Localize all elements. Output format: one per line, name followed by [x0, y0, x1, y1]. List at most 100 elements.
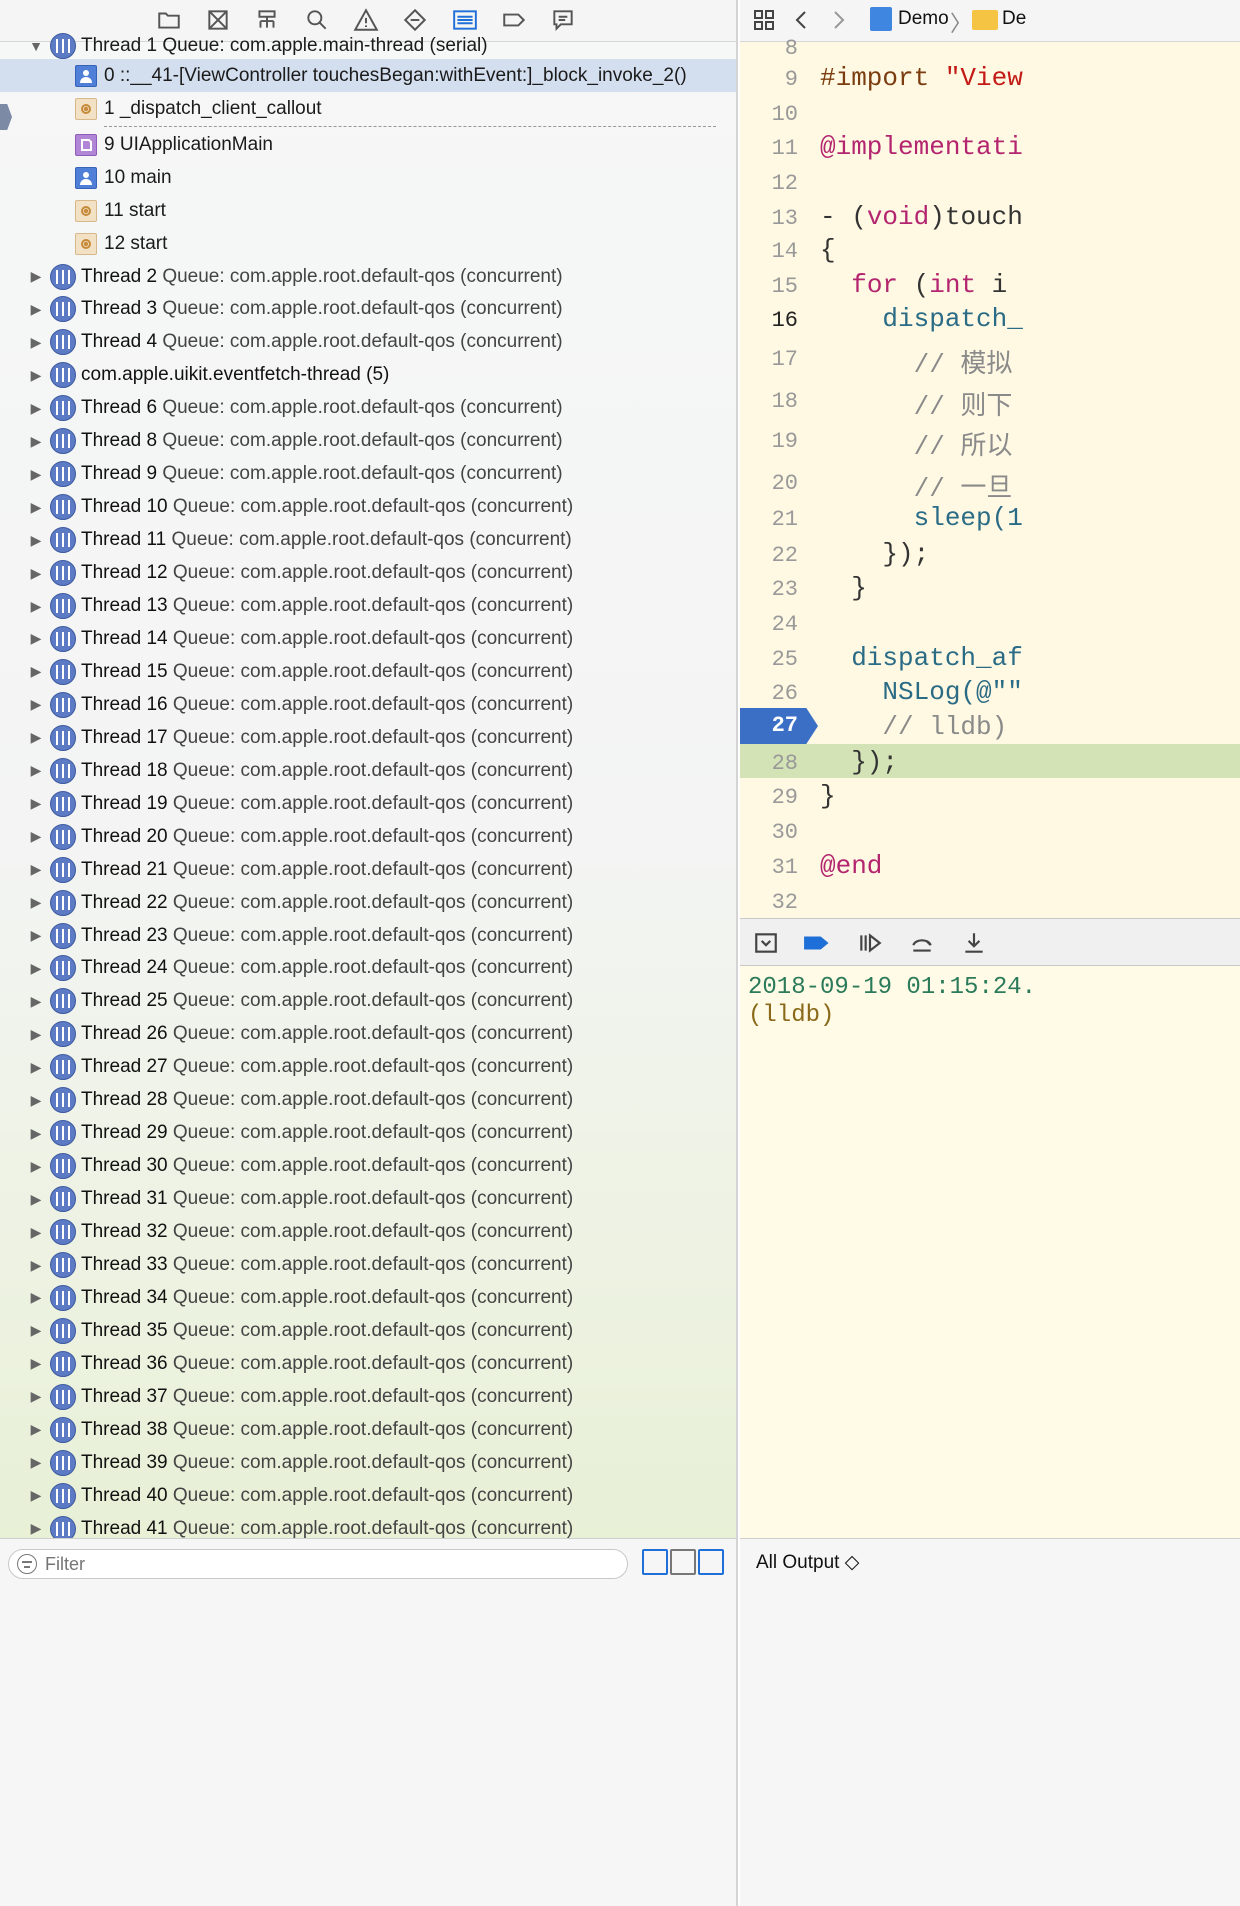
- thread-row[interactable]: ▶ Thread 21 Queue: com.apple.root.default…: [0, 853, 736, 886]
- frame-row-10[interactable]: 10 main: [0, 161, 736, 194]
- thread-row[interactable]: ▶ Thread 29 Queue: com.apple.root.default…: [0, 1117, 736, 1150]
- frame-row-12[interactable]: 12 start: [0, 227, 736, 260]
- thread-row[interactable]: ▶ Thread 30 Queue: com.apple.root.default…: [0, 1150, 736, 1183]
- disclosure-collapsed-icon[interactable]: ▶: [28, 828, 44, 845]
- thread-row[interactable]: ▶ Thread 35 Queue: com.apple.root.default…: [0, 1314, 736, 1347]
- thread-row[interactable]: ▶ Thread 40 Queue: com.apple.root.default…: [0, 1479, 736, 1512]
- disclosure-collapsed-icon[interactable]: ▶: [28, 532, 44, 548]
- disclosure-collapsed-icon[interactable]: ▶: [28, 1092, 44, 1108]
- disclosure-expanded-icon[interactable]: ▼: [28, 38, 44, 54]
- frame-row-9[interactable]: 9 UIApplicationMain: [0, 128, 736, 161]
- show-crashed-threads-icon[interactable]: [642, 1549, 668, 1575]
- disclosure-collapsed-icon[interactable]: ▶: [28, 1388, 44, 1405]
- back-chevron-icon[interactable]: [788, 6, 816, 34]
- disclosure-collapsed-icon[interactable]: ▶: [28, 1289, 44, 1306]
- disclosure-collapsed-icon[interactable]: ▶: [28, 1421, 44, 1438]
- disclosure-collapsed-icon[interactable]: ▶: [28, 861, 44, 878]
- thread-row[interactable]: ▶ Thread 14 Queue: com.apple.root.default…: [0, 622, 736, 655]
- thread-row[interactable]: ▶ Thread 11 Queue: com.apple.root.default…: [0, 524, 736, 557]
- disclosure-collapsed-icon[interactable]: ▶: [28, 663, 44, 680]
- thread-row[interactable]: ▶ Thread 4 Queue: com.apple.root.default-…: [0, 326, 736, 359]
- lldb-prompt[interactable]: (lldb): [748, 1002, 834, 1029]
- thread-row[interactable]: ▶ Thread 25 Queue: com.apple.root.default…: [0, 985, 736, 1018]
- thread-row[interactable]: ▶ Thread 23 Queue: com.apple.root.default…: [0, 919, 736, 952]
- disclosure-collapsed-icon[interactable]: ▶: [28, 1355, 44, 1372]
- thread-row[interactable]: ▶ Thread 34 Queue: com.apple.root.default…: [0, 1281, 736, 1314]
- disclosure-collapsed-icon[interactable]: ▶: [28, 795, 44, 812]
- breadcrumb-project[interactable]: Demo: [898, 8, 949, 30]
- disclosure-collapsed-icon[interactable]: ▶: [28, 1520, 44, 1537]
- disclosure-collapsed-icon[interactable]: ▶: [28, 762, 44, 779]
- disclosure-collapsed-icon[interactable]: ▶: [28, 334, 44, 350]
- thread-row[interactable]: ▶ Thread 24 Queue: com.apple.root.default…: [0, 952, 736, 985]
- thread-row[interactable]: ▶ Thread 33 Queue: com.apple.root.default…: [0, 1249, 736, 1282]
- thread-row[interactable]: ▶ Thread 15 Queue: com.apple.root.default…: [0, 655, 736, 688]
- frame-row-0[interactable]: 0 ::__41-[ViewController touchesBegan:wi…: [0, 59, 736, 92]
- disclosure-collapsed-icon[interactable]: ▶: [28, 433, 44, 449]
- thread-row[interactable]: ▶ Thread 9 Queue: com.apple.root.default-…: [0, 458, 736, 491]
- thread-row[interactable]: ▶ Thread 16 Queue: com.apple.root.default…: [0, 688, 736, 721]
- thread-row[interactable]: ▶ Thread 10 Queue: com.apple.root.default…: [0, 491, 736, 524]
- filter-input[interactable]: [45, 1552, 605, 1576]
- disclosure-collapsed-icon[interactable]: ▶: [28, 927, 44, 944]
- thread-row-1[interactable]: ▼ Thread 1 Queue: com.apple.main-thread …: [0, 29, 736, 62]
- filter-field[interactable]: [8, 1549, 628, 1579]
- disclosure-collapsed-icon[interactable]: ▶: [28, 367, 44, 383]
- thread-row[interactable]: ▶ Thread 26 Queue: com.apple.root.default…: [0, 1018, 736, 1051]
- thread-row[interactable]: ▶ Thread 36 Queue: com.apple.root.default…: [0, 1347, 736, 1380]
- disclosure-collapsed-icon[interactable]: ▶: [28, 1257, 44, 1273]
- disclosure-collapsed-icon[interactable]: ▶: [28, 1158, 44, 1174]
- frame-row-11[interactable]: 11 start: [0, 194, 736, 227]
- step-over-icon[interactable]: [908, 929, 936, 957]
- thread-row[interactable]: ▶ Thread 8 Queue: com.apple.root.default-…: [0, 425, 736, 458]
- show-paused-threads-icon[interactable]: [698, 1549, 724, 1575]
- related-items-icon[interactable]: [750, 6, 778, 34]
- disclosure-collapsed-icon[interactable]: ▶: [28, 301, 44, 317]
- debug-console[interactable]: 2018-09-19 01:15:24. (lldb): [740, 966, 1240, 1538]
- disclosure-collapsed-icon[interactable]: ▶: [28, 960, 44, 976]
- output-filter-select[interactable]: All Output ◇: [756, 1551, 859, 1574]
- forward-chevron-icon[interactable]: [824, 6, 852, 34]
- thread-row[interactable]: ▶ Thread 31 Queue: com.apple.root.default…: [0, 1183, 736, 1216]
- disclosure-collapsed-icon[interactable]: ▶: [28, 729, 44, 746]
- breakpoint-marker[interactable]: 27: [740, 708, 818, 744]
- thread-row[interactable]: ▶ Thread 17 Queue: com.apple.root.default…: [0, 721, 736, 754]
- thread-row[interactable]: ▶ Thread 19 Queue: com.apple.root.default…: [0, 787, 736, 820]
- hide-debug-area-icon[interactable]: [752, 929, 780, 957]
- thread-row[interactable]: ▶ Thread 39 Queue: com.apple.root.default…: [0, 1446, 736, 1479]
- thread-row[interactable]: ▶ Thread 3 Queue: com.apple.root.default-…: [0, 293, 736, 326]
- disclosure-collapsed-icon[interactable]: ▶: [28, 1487, 44, 1504]
- disclosure-collapsed-icon[interactable]: ▶: [28, 1059, 44, 1075]
- disclosure-collapsed-icon[interactable]: ▶: [28, 400, 44, 416]
- disclosure-collapsed-icon[interactable]: ▶: [28, 1026, 44, 1042]
- collapsed-frames-separator[interactable]: [104, 126, 716, 127]
- disclosure-collapsed-icon[interactable]: ▶: [28, 894, 44, 911]
- breadcrumb-group[interactable]: De: [1002, 8, 1026, 30]
- disclosure-collapsed-icon[interactable]: ▶: [28, 1125, 44, 1141]
- thread-row[interactable]: ▶ Thread 20 Queue: com.apple.root.default…: [0, 820, 736, 853]
- thread-row[interactable]: ▶ Thread 32 Queue: com.apple.root.default…: [0, 1216, 736, 1249]
- thread-row[interactable]: ▶ Thread 28 Queue: com.apple.root.default…: [0, 1084, 736, 1117]
- thread-row[interactable]: ▶ Thread 37 Queue: com.apple.root.default…: [0, 1380, 736, 1413]
- show-running-threads-icon[interactable]: [670, 1549, 696, 1575]
- disclosure-collapsed-icon[interactable]: ▶: [28, 993, 44, 1009]
- disclosure-collapsed-icon[interactable]: ▶: [28, 630, 44, 647]
- disclosure-collapsed-icon[interactable]: ▶: [28, 466, 44, 482]
- thread-row[interactable]: ▶ Thread 27 Queue: com.apple.root.default…: [0, 1051, 736, 1084]
- disclosure-collapsed-icon[interactable]: ▶: [28, 1191, 44, 1207]
- disclosure-collapsed-icon[interactable]: ▶: [28, 268, 44, 285]
- line-number-gutter[interactable]: 8 9 10 11 12 13 14 15 16 17 18 19 20 21 22 23 24 25 26 28 29…: [740, 36, 818, 918]
- thread-row[interactable]: ▶ Thread 38 Queue: com.apple.root.default…: [0, 1413, 736, 1446]
- thread-row[interactable]: ▶ Thread 6 Queue: com.apple.root.default-…: [0, 392, 736, 425]
- disclosure-collapsed-icon[interactable]: ▶: [28, 499, 44, 515]
- disclosure-collapsed-icon[interactable]: ▶: [28, 1224, 44, 1240]
- thread-row[interactable]: ▶ Thread 18 Queue: com.apple.root.default…: [0, 754, 736, 787]
- disclosure-collapsed-icon[interactable]: ▶: [28, 1454, 44, 1471]
- thread-row[interactable]: ▶ Thread 2 Queue: com.apple.root.default-…: [0, 260, 736, 293]
- thread-row[interactable]: ▶ Thread 12 Queue: com.apple.root.default…: [0, 557, 736, 590]
- breakpoints-toggle-icon[interactable]: [802, 929, 830, 957]
- thread-row[interactable]: ▶ com.apple.uikit.eventfetch-thread (5): [0, 359, 736, 392]
- continue-icon[interactable]: [856, 929, 884, 957]
- disclosure-collapsed-icon[interactable]: ▶: [28, 1322, 44, 1339]
- disclosure-collapsed-icon[interactable]: ▶: [28, 598, 44, 614]
